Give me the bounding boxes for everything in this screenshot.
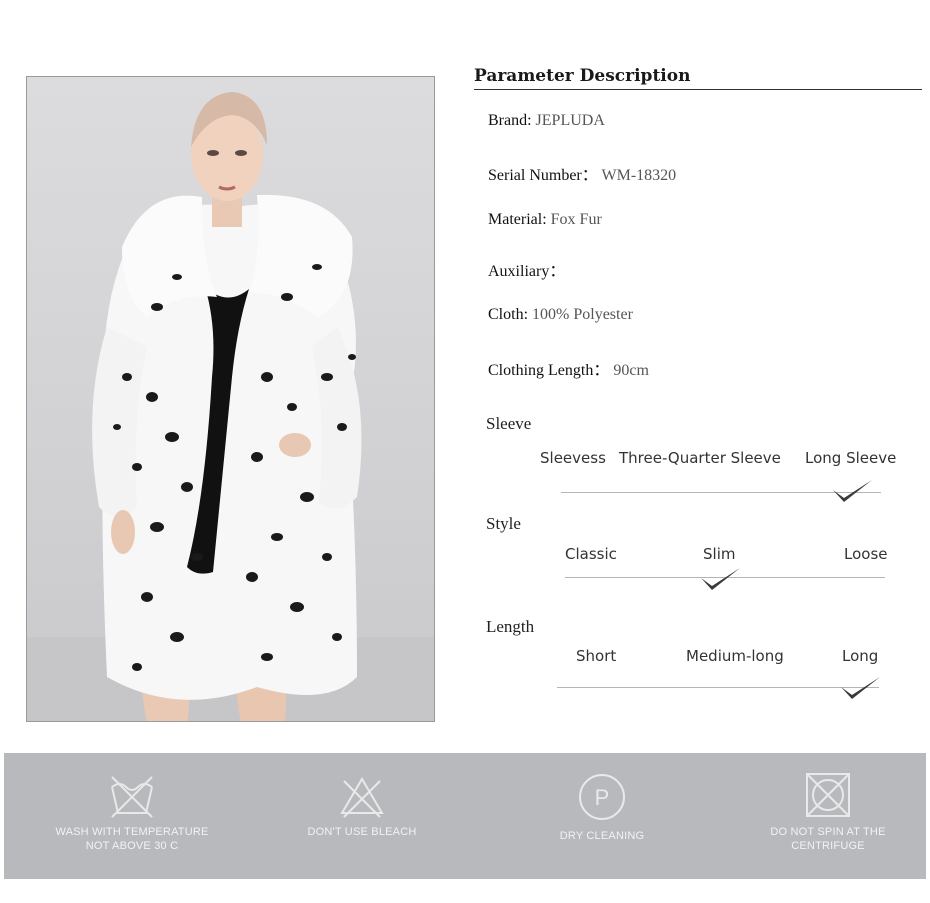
style-option-loose: Loose [844,545,888,563]
material-value: Fox Fur [550,211,602,228]
length-option-medium-long: Medium-long [686,647,784,665]
care-instructions-band: WASH WITH TEMPERATURE NOT ABOVE 30 C DON… [4,753,926,879]
serial-number-row: Serial Number： WM-18320 [488,161,676,185]
serial-number-label: Serial Number： [488,167,598,184]
care-label-wash: WASH WITH TEMPERATURE NOT ABOVE 30 C [55,826,209,852]
clothing-length-label: Clothing Length： [488,362,610,379]
cloth-value: 100% Polyester [532,306,633,323]
care-item-dry-cleaning: P DRY CLEANING [534,771,670,843]
sleeve-option-long: Long Sleeve [805,449,897,467]
auxiliary-label: Auxiliary： [488,263,566,280]
care-label-dry-cleaning: DRY CLEANING [559,830,645,842]
style-option-classic: Classic [565,545,617,563]
sleeve-option-sleeveless: Sleevess [540,449,606,467]
material-row: Material: Fox Fur [488,211,602,229]
sleeve-title: Sleeve [486,414,532,433]
cloth-label: Cloth: [488,306,529,323]
care-item-wash: WASH WITH TEMPERATURE NOT ABOVE 30 C [44,773,220,853]
sleeve-option-three-quarter: Three-Quarter Sleeve [619,449,781,467]
brand-value: JEPLUDA [535,112,605,129]
care-item-no-spin: DO NOT SPIN AT THE CENTRIFUGE [750,771,906,853]
auxiliary-row: Auxiliary： [488,257,565,281]
style-title: Style [486,514,521,533]
parameter-description-title: Parameter Description [474,66,691,86]
no-tumble-spin-icon [806,773,850,817]
title-divider [474,89,922,90]
product-photo [26,76,435,722]
material-label: Material: [488,211,547,228]
wash-temperature-icon [111,776,153,818]
style-option-slim: Slim [703,545,736,563]
sleeve-selected-check-icon [833,480,872,502]
serial-number-value: WM-18320 [601,167,677,184]
style-selected-check-icon [701,568,740,590]
clothing-length-row: Clothing Length： 90cm [488,356,649,380]
care-label-bleach: DON'T USE BLEACH [307,826,417,838]
no-bleach-icon [340,777,384,818]
care-label-no-spin: DO NOT SPIN AT THE CENTRIFUGE [770,826,886,852]
brand-label: Brand: [488,112,532,129]
length-selected-check-icon [841,677,880,699]
clothing-length-value: 90cm [613,362,649,379]
brand-row: Brand: JEPLUDA [488,112,605,130]
length-option-short: Short [576,647,617,665]
dry-cleaning-icon: P [579,774,625,820]
length-title: Length [486,617,535,636]
length-scale-line [557,687,879,688]
fur-coat-model-illustration [27,92,434,721]
dry-cleaning-letter: P [595,785,610,810]
length-option-long: Long [842,647,879,665]
care-item-bleach: DON'T USE BLEACH [294,773,430,839]
cloth-row: Cloth: 100% Polyester [488,306,633,324]
